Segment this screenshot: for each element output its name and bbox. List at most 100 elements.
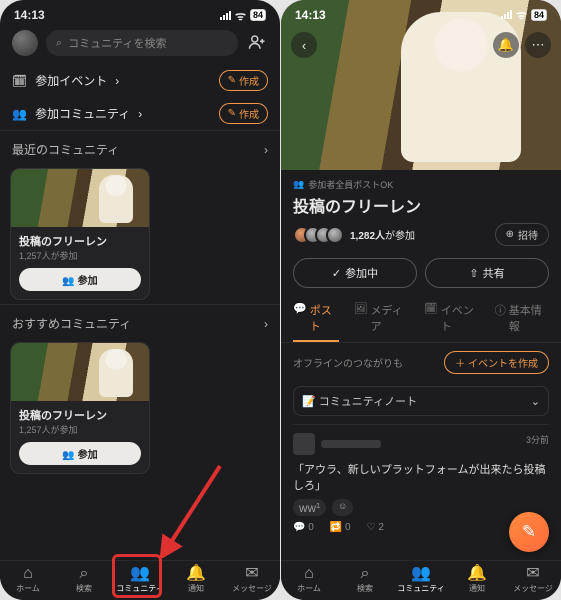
add-reaction-button[interactable]: ☺: [332, 499, 353, 516]
bottom-nav: ⌂ホーム ⌕検索 👥コミュニティ 🔔通知 ✉メッセージ: [0, 560, 280, 600]
image-icon: 🖼: [353, 302, 367, 336]
card-thumbnail: [11, 169, 149, 227]
tab-info[interactable]: ⓘ基本情報: [495, 302, 549, 342]
wifi-icon: ᯤ: [516, 6, 527, 23]
person-add-icon: ⊕: [506, 229, 514, 240]
wifi-icon: ᯤ: [235, 7, 246, 24]
avatar[interactable]: [12, 30, 38, 56]
tab-post[interactable]: 💬ポスト: [293, 302, 339, 342]
group-icon: 👥: [115, 565, 165, 583]
screen-right: 14:13 ᯤ 84 ‹ 🔔 ⋯ 👥 参加者全員ポストOK 投稿のフリーレン 1…: [281, 0, 561, 600]
invite-label: 招待: [518, 227, 538, 242]
status-time: 14:13: [14, 8, 45, 22]
join-label: 参加: [78, 450, 98, 461]
tab-media-label: メディア: [370, 302, 409, 336]
repost-button[interactable]: 🔁 0: [330, 522, 351, 533]
join-label: 参加: [78, 276, 98, 287]
search-placeholder: コミュニティを検索: [68, 35, 166, 51]
recent-header-label: 最近のコミュニティ: [12, 141, 119, 158]
calendar-icon: 🗓: [424, 302, 438, 336]
group-icon: 👥: [62, 450, 74, 461]
signal-icon: [501, 10, 512, 19]
tab-event[interactable]: 🗓イベント: [424, 302, 481, 342]
page-title: 投稿のフリーレン: [293, 193, 549, 217]
notification-button[interactable]: 🔔: [493, 32, 519, 58]
joined-label: 参加中: [345, 265, 378, 281]
home-icon: ⌂: [3, 565, 53, 583]
recommend-header-label: おすすめコミュニティ: [12, 315, 131, 332]
nav-community[interactable]: 👥コミュニティ: [396, 565, 446, 594]
group-icon: 👥: [62, 276, 74, 287]
create-event-button[interactable]: ＋ イベントを作成: [444, 351, 549, 374]
home-icon: ⌂: [284, 565, 334, 583]
like-button[interactable]: ♡ 2: [367, 522, 384, 533]
more-icon: ⋯: [532, 37, 545, 53]
reaction-chip[interactable]: WW1: [293, 499, 326, 516]
chevron-left-icon: ‹: [302, 38, 306, 53]
heart-icon: ♡: [367, 522, 376, 533]
post-avatar[interactable]: [293, 433, 315, 455]
nav-message[interactable]: ✉メッセージ: [508, 565, 558, 594]
nav-home[interactable]: ⌂ホーム: [3, 565, 53, 594]
create-community-button[interactable]: ✎ 作成: [219, 103, 268, 124]
nav-search-label: 検索: [357, 584, 373, 593]
note-label: コミュニティノート: [319, 396, 417, 408]
create-event-button[interactable]: ✎ 作成: [219, 70, 268, 91]
post-item[interactable]: 3分前 「アウラ、新しいプラットフォームが出来たら投稿しろ」 WW1 ☺ 💬 0…: [293, 424, 549, 533]
plus-icon: ＋: [455, 359, 465, 370]
nav-notice-label: 通知: [188, 584, 204, 593]
chevron-right-icon: ›: [264, 143, 268, 157]
nav-notice[interactable]: 🔔通知: [171, 565, 221, 594]
community-card[interactable]: NEW 投稿のフリーレン 1,257人が参加 👥 参加: [10, 168, 150, 300]
invite-button[interactable]: ⊕ 招待: [495, 223, 549, 246]
nav-home[interactable]: ⌂ホーム: [284, 565, 334, 594]
nav-search[interactable]: ⌕検索: [340, 565, 390, 594]
members-info[interactable]: 1,282人が参加: [293, 226, 415, 244]
events-label: 参加イベント: [35, 72, 107, 89]
communities-row[interactable]: 👥 参加コミュニティ › ✎ 作成: [0, 97, 280, 130]
back-button[interactable]: ‹: [291, 32, 317, 58]
mail-icon: ✉: [508, 565, 558, 583]
signal-icon: [220, 11, 231, 20]
battery-icon: 84: [250, 9, 266, 21]
join-button[interactable]: 👥 参加: [19, 268, 141, 291]
community-card[interactable]: NEW 投稿のフリーレン 1,257人が参加 👥 参加: [10, 342, 150, 474]
nav-notice[interactable]: 🔔通知: [452, 565, 502, 594]
join-button[interactable]: 👥 参加: [19, 442, 141, 465]
status-time: 14:13: [295, 8, 326, 22]
tab-post-label: ポスト: [310, 302, 340, 334]
pencil-icon: ✎: [228, 108, 236, 119]
more-button[interactable]: ⋯: [525, 32, 551, 58]
nav-message[interactable]: ✉メッセージ: [227, 565, 277, 594]
nav-community-label: コミュニティ: [397, 584, 445, 593]
member-suffix: が参加: [385, 231, 415, 242]
joined-button[interactable]: ✓ 参加中: [293, 258, 417, 288]
community-note[interactable]: 📝 コミュニティノート ⌄: [293, 386, 549, 416]
tab-media[interactable]: 🖼メディア: [353, 302, 409, 342]
tab-event-label: イベント: [441, 302, 481, 336]
events-row[interactable]: 🗓 参加イベント › ✎ 作成: [0, 64, 280, 97]
create-event-label: 作成: [239, 73, 259, 88]
comment-button[interactable]: 💬 0: [293, 522, 314, 533]
pencil-icon: ✎: [522, 522, 536, 542]
status-bar: 14:13 ᯤ 84: [281, 0, 561, 25]
post-time: 3分前: [526, 433, 549, 455]
nav-message-label: メッセージ: [513, 584, 553, 593]
nav-community[interactable]: 👥コミュニティ: [115, 565, 165, 594]
member-count: 1,282人: [350, 231, 385, 242]
share-button[interactable]: ⇧ 共有: [425, 258, 549, 288]
repost-icon: 🔁: [330, 522, 342, 533]
compose-fab[interactable]: ✎: [509, 512, 549, 552]
recommend-header[interactable]: おすすめコミュニティ ›: [0, 304, 280, 338]
add-person-icon[interactable]: [246, 33, 268, 54]
card-thumbnail: [11, 343, 149, 401]
group-icon: 👥: [12, 107, 27, 121]
recent-header[interactable]: 最近のコミュニティ ›: [0, 130, 280, 164]
nav-search[interactable]: ⌕検索: [59, 565, 109, 594]
post-text: 「アウラ、新しいプラットフォームが出来たら投稿しろ」: [293, 461, 549, 493]
search-input[interactable]: ⌕ コミュニティを検索: [46, 30, 238, 56]
screen-left: 14:13 ᯤ 84 ⌕ コミュニティを検索 🗓 参加イベント › ✎ 作成 👥: [0, 0, 280, 600]
bell-icon: 🔔: [452, 565, 502, 583]
member-avatars: [293, 226, 344, 244]
create-event-label: イベントを作成: [468, 359, 538, 370]
